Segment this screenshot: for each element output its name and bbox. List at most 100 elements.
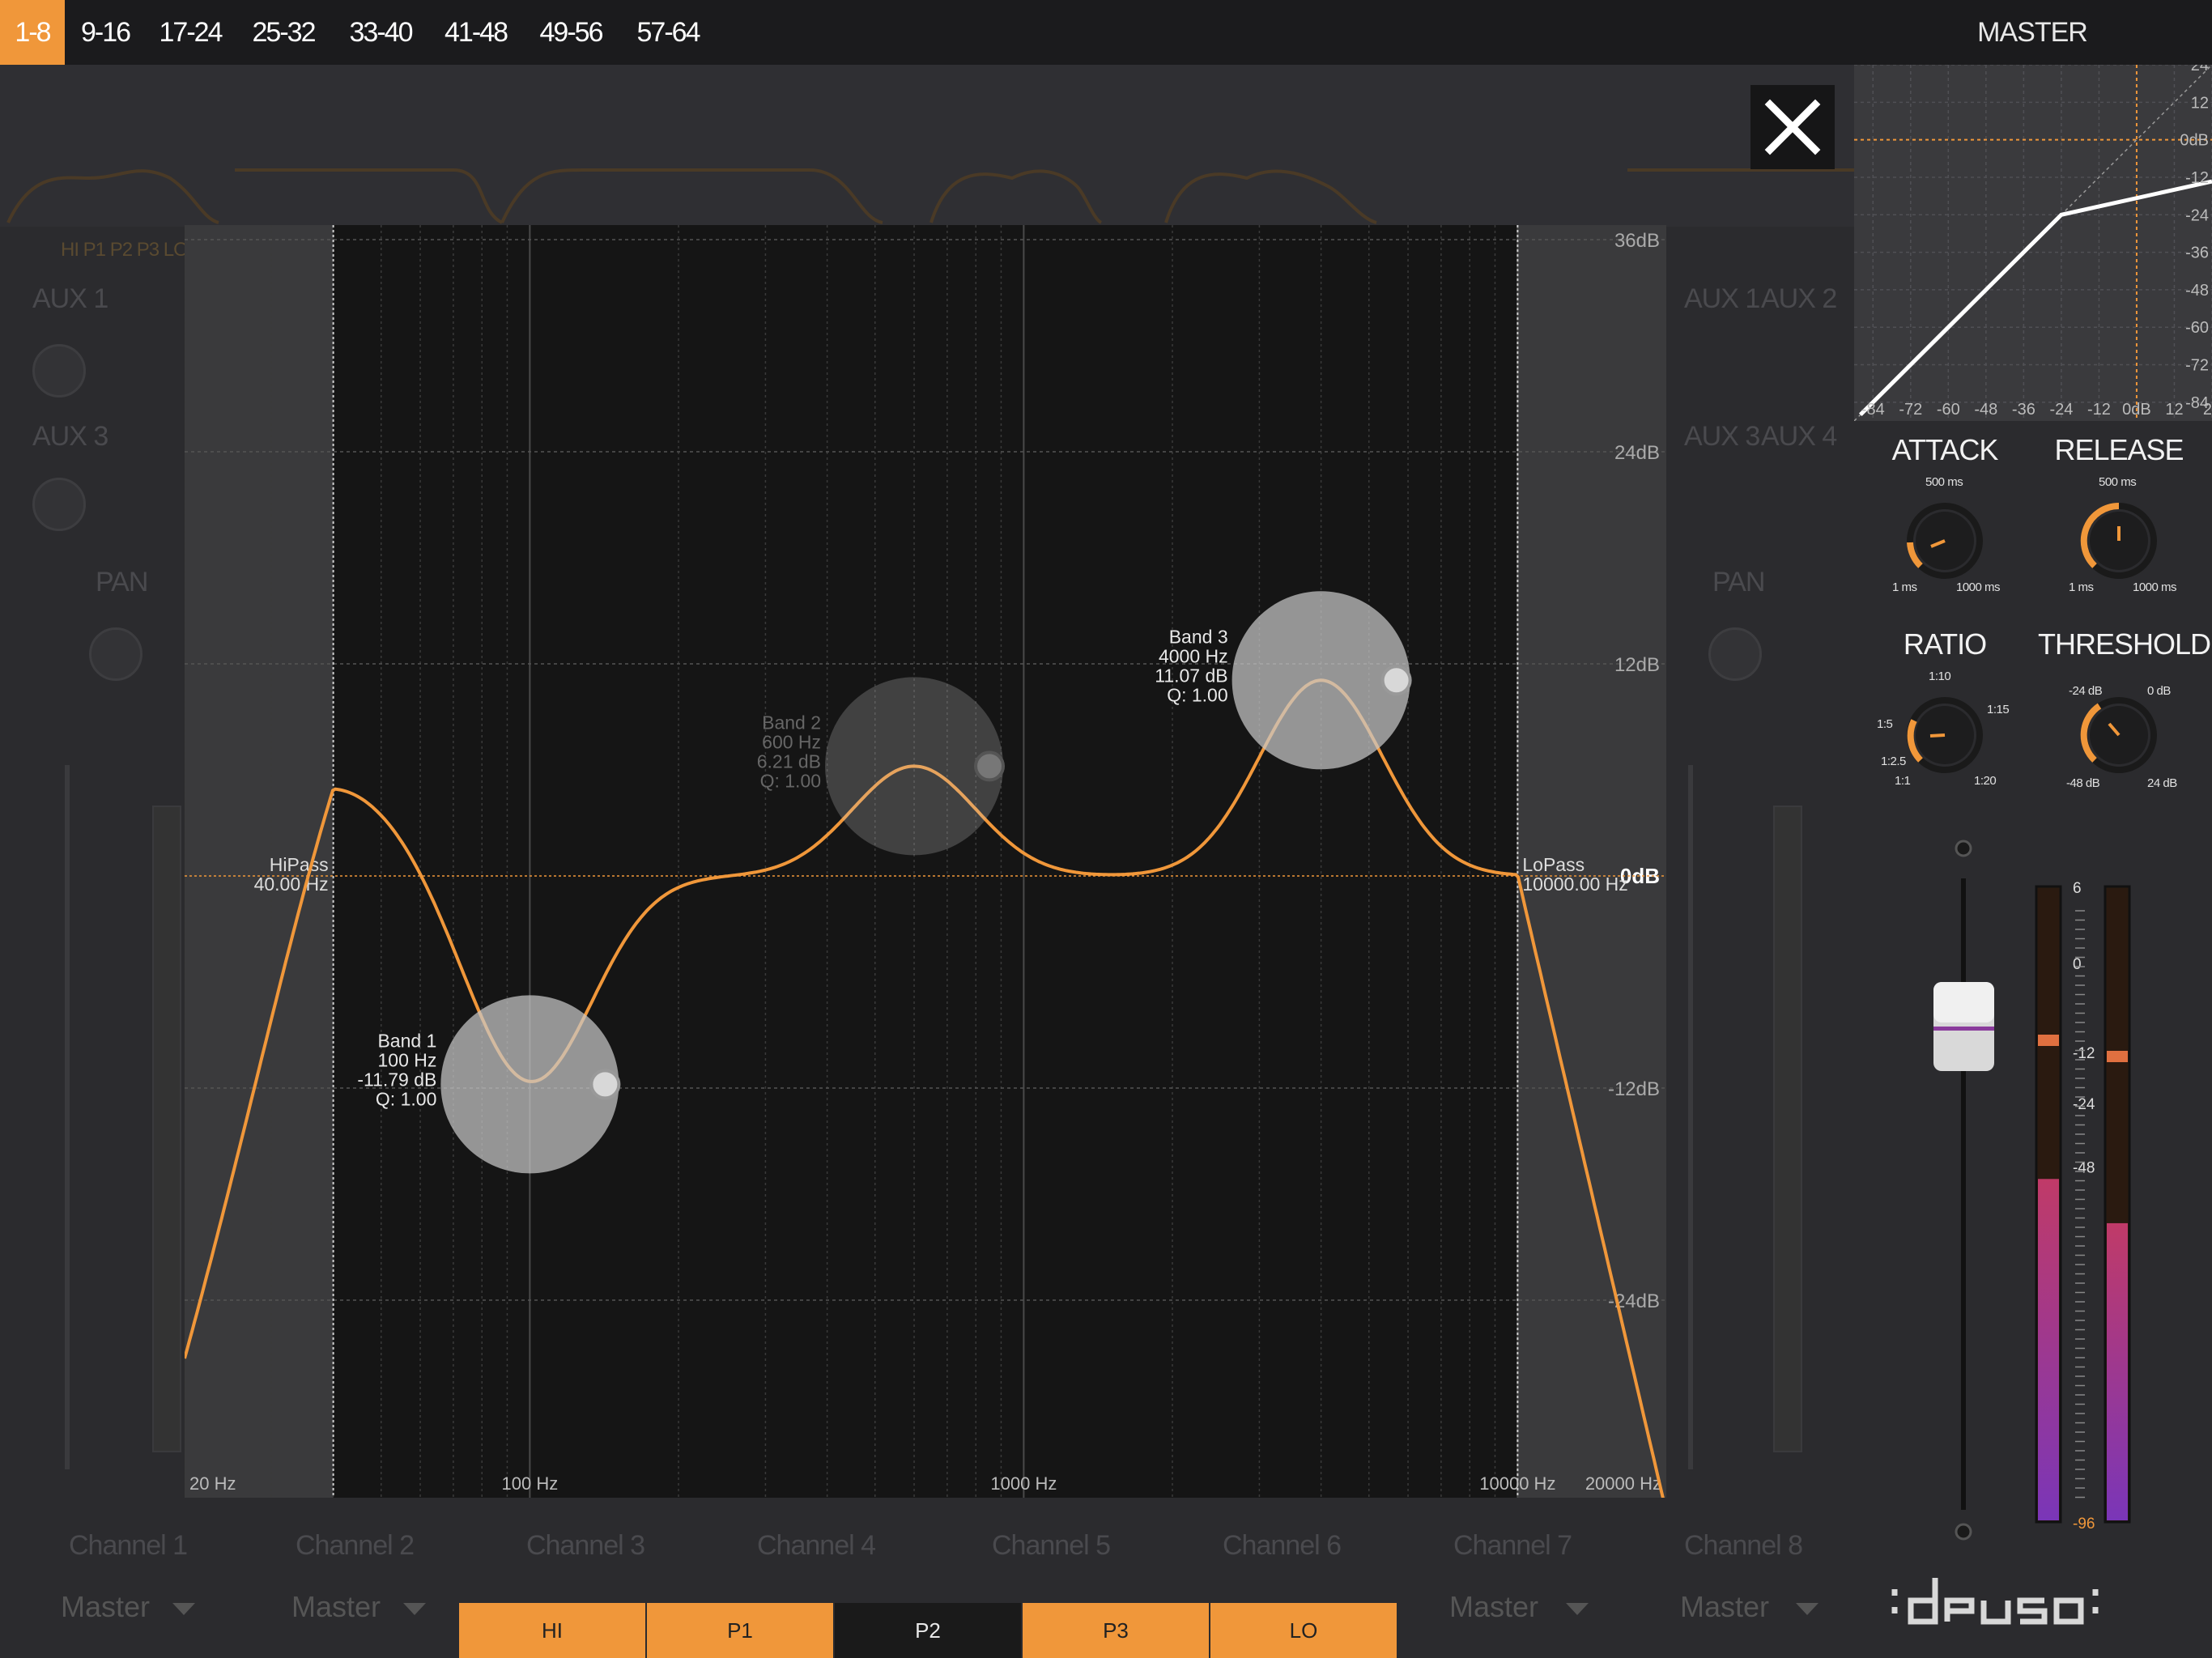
- svg-text:100 Hz: 100 Hz: [377, 1049, 436, 1070]
- band-button-p1[interactable]: P1: [647, 1603, 833, 1658]
- close-icon: [1764, 99, 1821, 155]
- band-button-p3[interactable]: P3: [1023, 1603, 1209, 1658]
- release-knob[interactable]: [2070, 502, 2167, 583]
- freq-label: 10000 Hz: [1479, 1473, 1555, 1494]
- attack-top-label: 500 ms: [1925, 475, 1963, 489]
- release-top-label: 500 ms: [2099, 475, 2137, 489]
- axis-label: -48: [1974, 401, 1997, 419]
- freq-label: 20 Hz: [189, 1473, 236, 1494]
- channel-bank-bar: 1-8 9-16 17-24 25-32 33-40 41-48 49-56 5…: [0, 0, 2212, 65]
- band-button-p2[interactable]: P2: [835, 1603, 1021, 1658]
- band-button-lo[interactable]: LO: [1210, 1603, 1397, 1658]
- background-aux3-label: AUX 3: [1684, 421, 1760, 452]
- tab-25-32[interactable]: 25-32: [247, 0, 320, 65]
- master-fader-meter: 60-12-24-48-96: [1933, 840, 2131, 1541]
- compression-curve: [1858, 179, 2212, 417]
- band-2-label: Band 2600 Hz6.21 dBQ: 1.00: [757, 712, 821, 791]
- band-2-q-handle[interactable]: [974, 750, 1006, 782]
- axis-label: 12: [2191, 94, 2209, 112]
- background-channel-label: Channel 7: [1453, 1530, 1572, 1561]
- threshold-knob[interactable]: [2070, 696, 2167, 777]
- compressor-curve: 24120dB-12-24-36-48-60-72-84-84 -72 -60 -48…: [1853, 57, 2212, 422]
- axis-label: 24: [2191, 65, 2209, 74]
- svg-text:11.07 dB: 11.07 dB: [1155, 665, 1227, 686]
- axis-label: -36: [2012, 401, 2035, 419]
- axis-label: -12: [2087, 401, 2111, 419]
- svg-text:600 Hz: 600 Hz: [762, 731, 821, 752]
- close-button[interactable]: [1750, 85, 1835, 169]
- background-meter: [1773, 806, 1802, 1452]
- axis-label: -24: [2049, 401, 2073, 419]
- tab-9-16[interactable]: 9-16: [77, 0, 134, 65]
- axis-label: -36: [2185, 244, 2209, 262]
- svg-text:Q: 1.00: Q: 1.00: [1167, 684, 1227, 705]
- background-channel-label: Channel 3: [526, 1530, 645, 1561]
- tab-41-48[interactable]: 41-48: [441, 0, 510, 65]
- master-fader-handle[interactable]: [1933, 982, 1994, 1071]
- deuso-logo: [1891, 1578, 2099, 1625]
- svg-text:40.00 Hz: 40.00 Hz: [254, 874, 329, 895]
- axis-label: -12: [2185, 169, 2209, 187]
- background-channel-label: Channel 4: [757, 1530, 876, 1561]
- tab-33-40[interactable]: 33-40: [344, 0, 417, 65]
- svg-text:Band 2: Band 2: [762, 712, 821, 733]
- tab-17-24[interactable]: 17-24: [158, 0, 223, 65]
- axis-label: -72: [2185, 357, 2209, 375]
- background-meter: [152, 806, 181, 1452]
- freq-label: 20000 Hz: [1585, 1473, 1661, 1494]
- band-button-hi[interactable]: HI: [459, 1603, 645, 1658]
- threshold-title: THRESHOLD: [2038, 627, 2211, 661]
- axis-label: 0dB: [2122, 401, 2151, 419]
- db-label: 24dB: [1614, 442, 1660, 464]
- threshold-label: 24 dB: [2147, 776, 2177, 790]
- axis-label: -72: [1899, 401, 1922, 419]
- background-knob: [32, 478, 86, 531]
- meter-scale-label: 0: [2073, 956, 2082, 973]
- attack-knob[interactable]: [1896, 502, 1993, 583]
- background-knob: [32, 344, 86, 397]
- axis-label: -84: [1861, 401, 1885, 419]
- background-fader: [65, 765, 70, 1469]
- tab-57-64[interactable]: 57-64: [632, 0, 704, 65]
- svg-text:10000.00 Hz: 10000.00 Hz: [1522, 874, 1627, 895]
- background-knob: [89, 627, 143, 681]
- svg-text:Band 1: Band 1: [377, 1030, 436, 1051]
- master-meter-right: [2104, 885, 2131, 1524]
- axis-label: -60: [1937, 401, 1960, 419]
- background-channel-label: Channel 6: [1223, 1530, 1342, 1561]
- background-eq-thumbnails: [6, 168, 1854, 224]
- tab-1-8[interactable]: 1-8: [0, 0, 65, 65]
- background-aux4-label: AUX 4: [1761, 421, 1837, 452]
- svg-text:Q: 1.00: Q: 1.00: [376, 1088, 436, 1109]
- eq-graph[interactable]: 36dB24dB12dB0dB-12dB-24dB20 Hz 100 Hz 1000…: [185, 225, 1666, 1498]
- band-3-q-handle[interactable]: [1380, 665, 1412, 696]
- freq-label: 100 Hz: [502, 1473, 559, 1494]
- background-channel-label: Channel 1: [69, 1530, 188, 1561]
- axis-label: 12: [2165, 401, 2183, 419]
- band-1-label: Band 1100 Hz-11.79 dBQ: 1.00: [357, 1030, 436, 1109]
- ratio-title: RATIO: [1903, 627, 1987, 661]
- background-fader: [1688, 765, 1693, 1469]
- background-pan-label: PAN: [1712, 567, 1765, 597]
- master-meter-left: [2035, 885, 2062, 1524]
- band-3-label: Band 34000 Hz11.07 dBQ: 1.00: [1155, 626, 1227, 705]
- ratio-label: 1:5: [1877, 717, 1893, 731]
- master-meter-scale: 60-12-24-48-96: [2073, 880, 2095, 1533]
- axis-label: 24: [2203, 401, 2212, 419]
- compressor-graph[interactable]: 24 12 0dB -12 -24 -36 -48 -60 -72 -84 -84 -72 -60 -48…: [1853, 57, 2212, 422]
- freq-label: 1000 Hz: [990, 1473, 1057, 1494]
- background-channel-label: Channel 2: [296, 1530, 415, 1561]
- svg-text:Q: 1.00: Q: 1.00: [760, 770, 821, 791]
- svg-text:Band 3: Band 3: [1169, 626, 1228, 647]
- axis-label: -24: [2185, 206, 2209, 224]
- db-label: 12dB: [1614, 654, 1660, 676]
- tab-49-56[interactable]: 49-56: [534, 0, 607, 65]
- background-band-tags: HI P1 P2 P3 LO: [61, 239, 189, 261]
- eq-editor[interactable]: 36dB 24dB 12dB 0dB -12dB -24dB 20 Hz 100 Hz 1000…: [185, 225, 1666, 1498]
- axis-label: 0dB: [2180, 132, 2209, 150]
- svg-text:HiPass: HiPass: [270, 854, 329, 875]
- ratio-knob[interactable]: [1896, 696, 1993, 777]
- svg-text:LoPass: LoPass: [1522, 854, 1585, 875]
- band-1-q-handle[interactable]: [589, 1069, 621, 1100]
- meter-scale-label: -24: [2073, 1096, 2095, 1113]
